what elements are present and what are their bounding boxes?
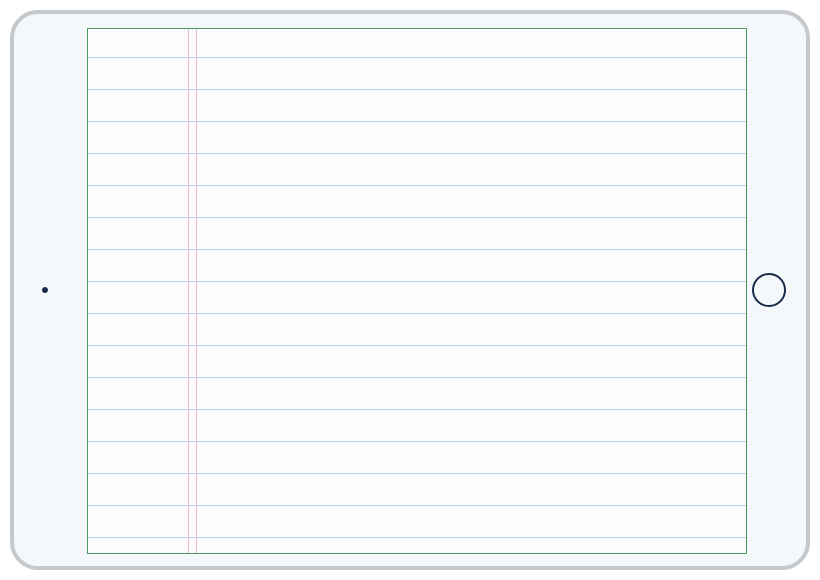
ruled-line <box>88 217 746 218</box>
camera-icon <box>42 287 48 293</box>
ruled-line <box>88 505 746 506</box>
ruled-line <box>88 121 746 122</box>
margin-line-left <box>188 29 189 553</box>
ruled-line <box>88 185 746 186</box>
ruled-line <box>88 473 746 474</box>
ruled-line <box>88 441 746 442</box>
ruled-line <box>88 249 746 250</box>
ruled-line <box>88 89 746 90</box>
margin-line-right <box>196 29 197 553</box>
ruled-line <box>88 57 746 58</box>
tablet-frame <box>10 10 810 570</box>
ruled-line <box>88 313 746 314</box>
ruled-line <box>88 345 746 346</box>
home-button[interactable] <box>752 273 786 307</box>
ruled-line <box>88 377 746 378</box>
notebook-paper[interactable] <box>87 28 747 554</box>
ruled-line <box>88 153 746 154</box>
ruled-line <box>88 281 746 282</box>
ruled-line <box>88 537 746 538</box>
ruled-line <box>88 409 746 410</box>
